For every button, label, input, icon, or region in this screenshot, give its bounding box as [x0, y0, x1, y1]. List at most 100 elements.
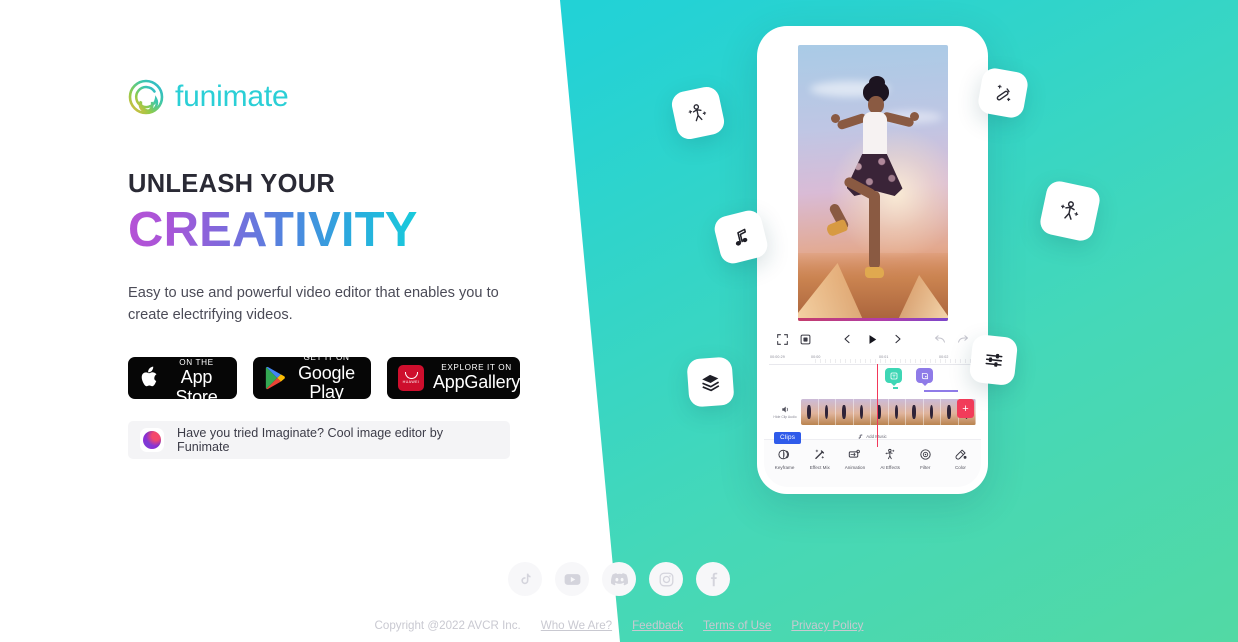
social-link-youtube[interactable]: [555, 562, 589, 596]
phone-notch: [841, 33, 904, 41]
google-play-large-label: Google Play: [298, 362, 355, 402]
video-preview[interactable]: [797, 45, 948, 321]
apple-icon: [139, 365, 160, 390]
app-gallery-button[interactable]: HUAWEI EXPLORE IT ON AppGallery: [387, 356, 520, 399]
crop-frame-icon[interactable]: [795, 334, 815, 345]
editor-toolbar: Clips Keyframe Effect Mix Animation AI E…: [764, 432, 981, 487]
dancer-figure: [824, 76, 919, 296]
google-play-button[interactable]: GET IT ON Google Play: [253, 353, 371, 402]
huawei-wordmark: HUAWEI: [402, 379, 420, 384]
undo-arrow-icon[interactable]: [930, 334, 949, 344]
tool-color[interactable]: Color: [943, 448, 978, 470]
play-icon[interactable]: [868, 334, 877, 345]
phone-mockup: 00:00:29 00:00 00:01 00:02 Hide Clip Aud…: [757, 26, 988, 494]
fullscreen-icon[interactable]: [773, 333, 791, 345]
sliders-adjust-icon: [985, 353, 1002, 367]
footer-link-feedback[interactable]: Feedback: [632, 619, 683, 632]
filter-lens-icon: [920, 449, 931, 460]
headline-line-2: CREATIVITY: [128, 203, 418, 257]
tool-color-label: Color: [954, 465, 966, 470]
sticker-clip-track-line[interactable]: [924, 390, 958, 392]
spiral-logo-icon: [128, 79, 164, 115]
layers-stack-icon: [702, 374, 720, 391]
brand-logo[interactable]: funimate: [128, 74, 548, 120]
footer-link-terms-of-use[interactable]: Terms of Use: [703, 619, 771, 632]
promo-banner[interactable]: Have you tried Imaginate? Cool image edi…: [128, 420, 510, 459]
ai-figure-icon: [885, 448, 894, 460]
feature-card-layers[interactable]: [686, 356, 735, 408]
chevron-left-icon[interactable]: [843, 334, 851, 344]
social-link-discord[interactable]: [602, 562, 636, 596]
hide-clip-audio-label: Hide Clip Audio: [773, 414, 797, 419]
social-link-facebook[interactable]: [696, 562, 730, 596]
clip-chip-row: [769, 368, 976, 392]
filmstrip-track[interactable]: [801, 399, 976, 425]
ruler-tick-marks: [815, 359, 974, 363]
tool-animation-label: Animation: [844, 465, 866, 470]
redo-arrow-icon[interactable]: [953, 334, 972, 344]
ai-figure-sparkle-icon: [688, 104, 707, 122]
discord-icon: [610, 572, 628, 585]
tab-clips[interactable]: Clips: [774, 432, 802, 444]
speaker-icon: [781, 406, 788, 413]
footer-link-privacy-policy[interactable]: Privacy Policy: [791, 619, 863, 632]
keyframe-icon: [778, 449, 790, 460]
app-gallery-labels: EXPLORE IT ON AppGallery: [433, 363, 520, 393]
text-clip-track-line[interactable]: [893, 387, 898, 389]
youtube-icon: [564, 573, 580, 585]
timecode-current: 00:00:29: [770, 355, 785, 359]
preview-progress-bar[interactable]: [797, 318, 948, 321]
feature-card-adjust[interactable]: [968, 333, 1019, 387]
tool-filter-label: Filter: [920, 465, 931, 470]
tool-ai-effects[interactable]: AI Effects: [873, 448, 908, 470]
store-badges-row: Download on the App Store GET IT ON Goog…: [128, 348, 548, 406]
app-store-labels: Download on the App Store: [169, 348, 224, 407]
tool-animation[interactable]: Animation: [837, 448, 872, 470]
phone-screen: 00:00:29 00:00 00:01 00:02 Hide Clip Aud…: [764, 33, 981, 487]
facebook-icon: [710, 572, 717, 586]
playback-nav-group: [815, 334, 930, 345]
color-drop-icon: [955, 449, 967, 460]
add-track-button[interactable]: +: [957, 399, 974, 418]
text-box-icon[interactable]: [885, 368, 902, 386]
huawei-tile: HUAWEI: [398, 364, 424, 391]
animation-icon: [849, 449, 861, 458]
app-gallery-large-label: AppGallery: [433, 372, 521, 393]
instagram-icon: [659, 572, 673, 586]
tool-keyframe[interactable]: Keyframe: [767, 448, 802, 470]
feature-card-ai-effects-right[interactable]: [1037, 178, 1103, 244]
tiktok-icon: [520, 573, 531, 584]
footer-legal-row: Copyright @2022 AVCR Inc. Who We Are? Fe…: [375, 619, 864, 632]
google-play-labels: GET IT ON Google Play: [295, 353, 358, 402]
hero-content: funimate UNLEASH YOUR CREATIVITY Easy to…: [128, 74, 548, 459]
hide-clip-audio-button[interactable]: Hide Clip Audio: [769, 405, 801, 419]
timeline-ruler[interactable]: 00:00:29 00:00 00:01 00:02: [769, 354, 976, 365]
editor-control-bar: [764, 326, 981, 352]
promo-banner-text: Have you tried Imaginate? Cool image edi…: [177, 425, 444, 454]
social-link-instagram[interactable]: [649, 562, 683, 596]
magic-wand-icon: [815, 449, 825, 460]
video-track-row: Hide Clip Audio +: [769, 395, 976, 429]
chevron-right-icon[interactable]: [894, 334, 902, 344]
sticker-icon[interactable]: [916, 368, 933, 386]
feature-card-magic-wand[interactable]: [976, 66, 1030, 120]
social-link-tiktok[interactable]: [508, 562, 542, 596]
footer-link-who-we-are[interactable]: Who We Are?: [541, 619, 612, 632]
app-store-large-label: App Store: [175, 367, 218, 407]
tool-filter[interactable]: Filter: [908, 448, 943, 470]
headline-line-1: UNLEASH YOUR: [128, 170, 336, 198]
app-store-button[interactable]: Download on the App Store: [128, 348, 237, 406]
imaginate-orb-shape: [143, 430, 161, 449]
magic-wand-icon: [996, 84, 1010, 101]
timeline[interactable]: 00:00:29 00:00 00:01 00:02 Hide Clip Aud…: [764, 352, 981, 447]
app-store-small-label: Download on the: [169, 348, 224, 367]
copyright-text: Copyright @2022 AVCR Inc.: [374, 619, 521, 632]
music-note-icon: [735, 228, 747, 246]
page-title: UNLEASH YOUR CREATIVITY: [128, 170, 548, 257]
app-gallery-small-label: EXPLORE IT ON: [441, 362, 512, 372]
timeline-playhead[interactable]: [877, 364, 879, 447]
tool-effect-mix[interactable]: Effect Mix: [802, 448, 837, 470]
tool-effect-mix-label: Effect Mix: [809, 465, 830, 470]
huawei-icon: HUAWEI: [398, 364, 424, 391]
huawei-arc-shape: [404, 371, 418, 379]
